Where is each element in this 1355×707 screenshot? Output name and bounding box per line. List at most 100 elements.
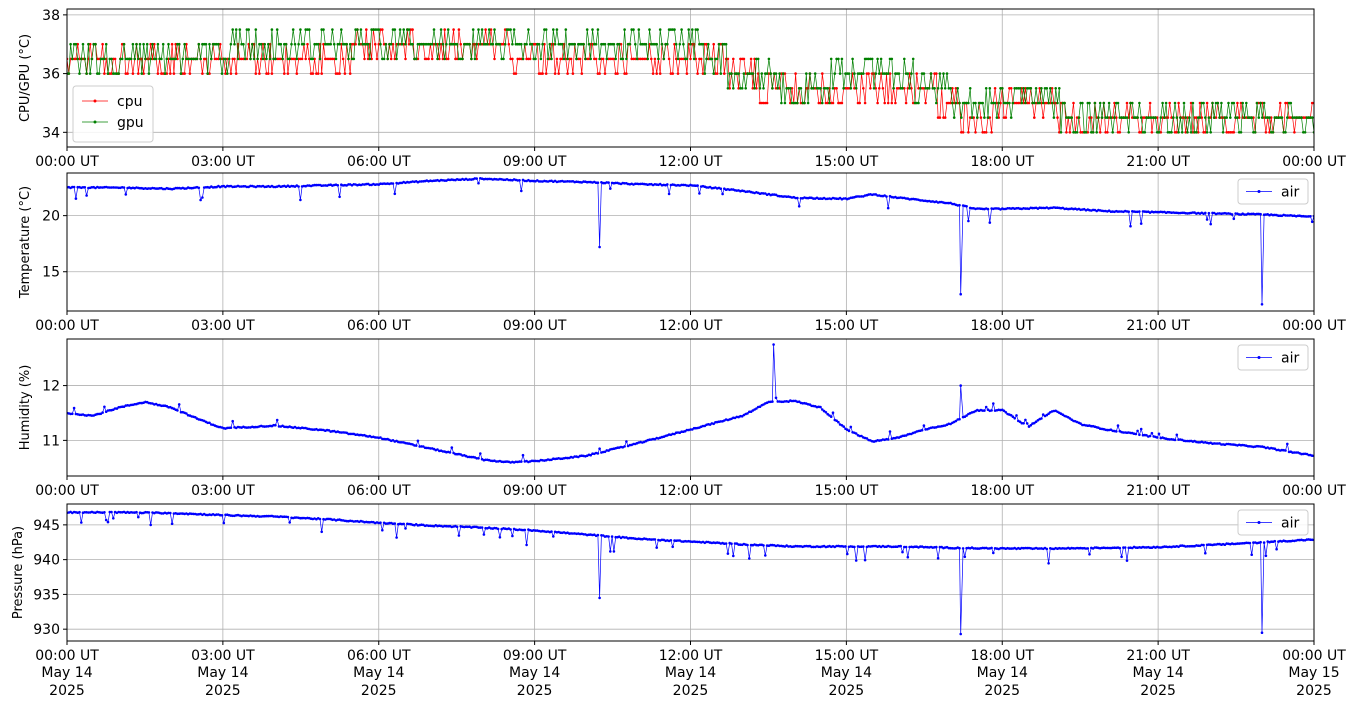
data-point — [252, 57, 256, 61]
data-point — [365, 28, 368, 31]
data-point — [336, 184, 340, 187]
data-point — [1278, 101, 1282, 105]
data-point — [943, 87, 947, 90]
data-point — [1138, 210, 1141, 213]
data-point — [338, 42, 341, 46]
data-point — [518, 179, 521, 182]
data-point — [1154, 116, 1157, 119]
data-point — [461, 57, 464, 61]
data-point — [320, 530, 324, 534]
data-point — [183, 42, 186, 46]
data-point — [897, 72, 901, 75]
data-point — [1202, 543, 1205, 547]
data-point — [275, 28, 279, 31]
data-point — [81, 42, 85, 46]
data-point — [748, 557, 751, 560]
data-point — [1098, 131, 1102, 134]
data-point — [242, 42, 245, 46]
data-point — [138, 42, 142, 46]
data-point — [1300, 116, 1303, 119]
data-point — [771, 400, 774, 403]
data-point — [1232, 101, 1236, 105]
data-point — [1047, 562, 1050, 565]
data-point — [131, 72, 135, 75]
data-point — [840, 101, 844, 105]
data-point — [1155, 436, 1159, 439]
data-point — [395, 57, 398, 61]
data-point — [217, 42, 220, 46]
data-point — [853, 72, 856, 75]
x-tick-date: May 14 — [665, 665, 716, 681]
data-point — [585, 28, 589, 31]
data-point — [598, 245, 601, 249]
x-tick-label: 15:00 UT — [815, 154, 879, 170]
data-point — [915, 72, 918, 75]
data-point — [218, 57, 222, 61]
data-point — [450, 446, 454, 449]
data-point — [737, 72, 740, 75]
data-point — [293, 42, 297, 46]
data-point — [774, 72, 778, 75]
data-point — [161, 42, 165, 46]
data-point — [819, 405, 822, 409]
data-point — [254, 28, 258, 31]
panel-4: 00:00 UTMay 14202503:00 UTMay 14202506:0… — [11, 503, 1346, 699]
data-point — [439, 28, 443, 31]
data-point — [922, 424, 926, 427]
data-point — [1205, 218, 1209, 221]
data-point — [689, 42, 692, 46]
data-point — [945, 72, 949, 75]
data-point — [1013, 417, 1016, 420]
data-point — [719, 187, 723, 190]
x-tick-label: 00:00 UT — [1282, 318, 1346, 334]
data-point — [732, 554, 735, 558]
data-point — [1289, 101, 1293, 105]
data-point — [1204, 211, 1207, 215]
data-point — [829, 415, 833, 419]
data-point — [623, 28, 626, 31]
data-point — [689, 57, 692, 61]
data-point — [949, 87, 952, 90]
data-point — [1093, 101, 1097, 105]
data-point — [243, 57, 247, 61]
data-point — [548, 42, 552, 46]
data-point — [959, 632, 962, 636]
data-point — [603, 42, 607, 46]
data-point — [959, 292, 962, 296]
data-point — [1248, 541, 1252, 545]
data-point — [712, 42, 715, 46]
data-point — [71, 412, 74, 416]
data-point — [318, 517, 322, 521]
data-point — [883, 101, 886, 105]
data-point — [477, 181, 480, 185]
x-tick-label: 09:00 UT — [503, 318, 567, 334]
data-point — [676, 72, 680, 75]
data-point — [936, 87, 940, 90]
data-point — [981, 101, 984, 105]
data-point — [935, 101, 938, 105]
data-point — [85, 72, 88, 75]
data-point — [637, 28, 641, 31]
data-point — [1220, 101, 1223, 105]
data-point — [935, 545, 938, 549]
data-point — [122, 42, 126, 46]
data-point — [170, 522, 174, 525]
data-point — [318, 57, 322, 61]
data-point — [1109, 116, 1113, 119]
data-point — [1205, 131, 1209, 134]
data-point — [886, 101, 890, 105]
data-point — [197, 186, 201, 190]
data-point — [97, 72, 101, 75]
data-point — [144, 57, 147, 61]
data-point — [357, 42, 361, 46]
data-point — [598, 72, 601, 75]
data-point — [386, 57, 390, 61]
data-point — [1045, 547, 1049, 551]
data-point — [520, 460, 523, 463]
data-point — [892, 87, 895, 90]
data-point — [104, 42, 108, 46]
data-point — [824, 411, 828, 414]
data-point — [1072, 101, 1075, 105]
data-point — [142, 42, 145, 46]
data-point — [908, 87, 911, 90]
